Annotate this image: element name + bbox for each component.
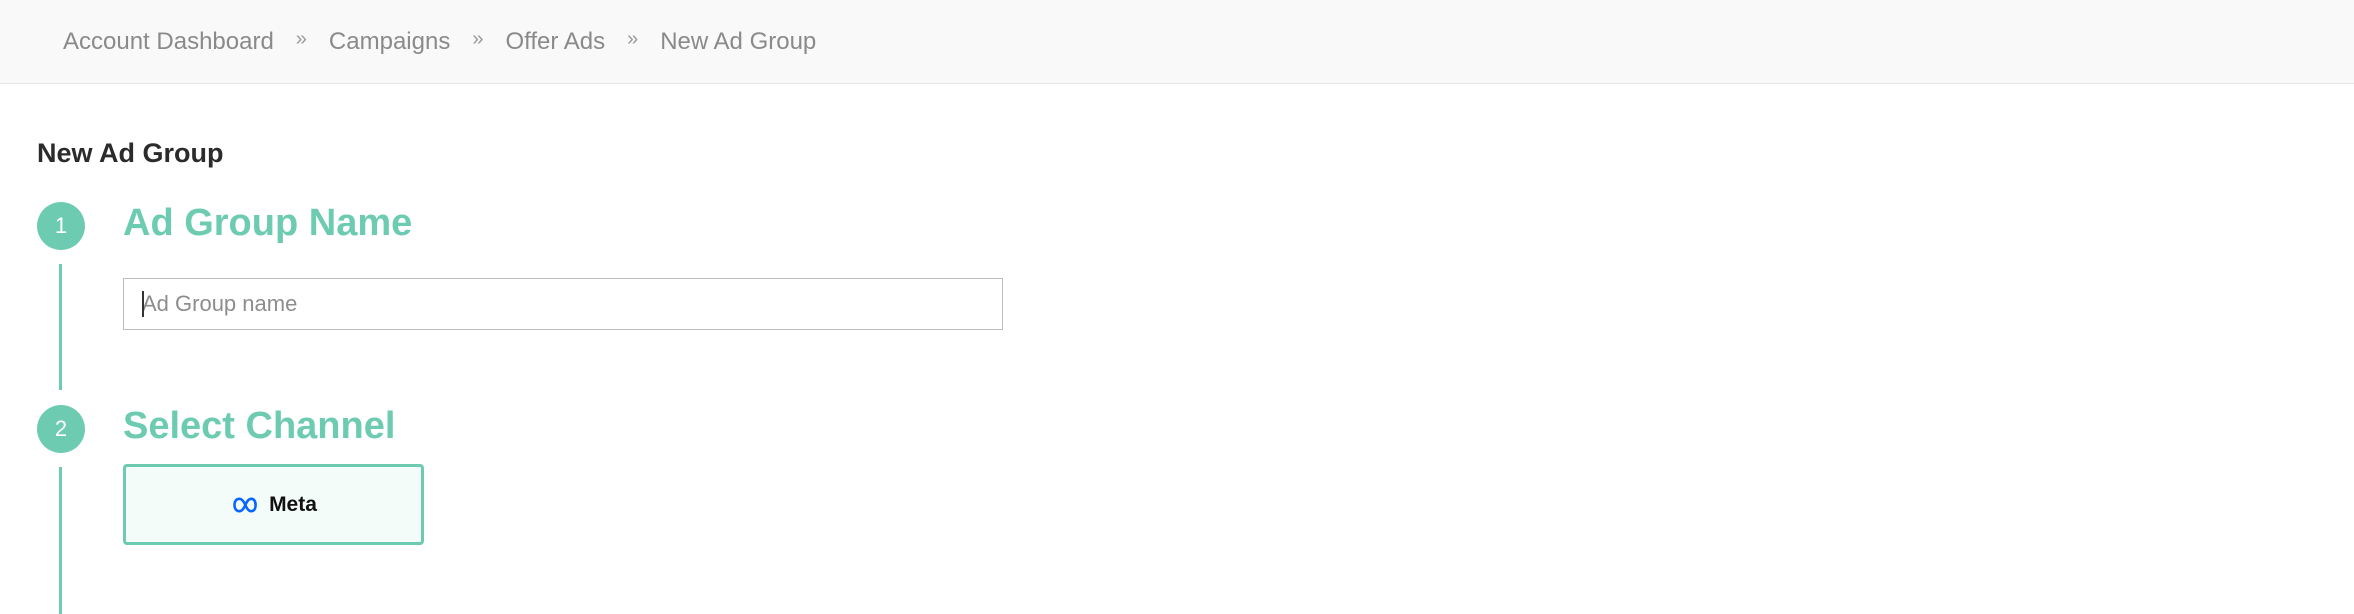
meta-icon (230, 497, 260, 513)
step-1-number: 1 (37, 202, 85, 250)
step-2-title: Select Channel (123, 405, 396, 447)
ad-group-name-input[interactable] (123, 278, 1003, 330)
breadcrumb: Account Dashboard » Campaigns » Offer Ad… (0, 0, 2354, 84)
channel-meta-label: Meta (269, 492, 317, 516)
breadcrumb-account-dashboard[interactable]: Account Dashboard (63, 28, 274, 56)
breadcrumb-offer-ads[interactable]: Offer Ads (505, 28, 605, 56)
step-2-number: 2 (37, 405, 85, 453)
breadcrumb-separator: » (295, 28, 307, 50)
breadcrumb-new-ad-group: New Ad Group (660, 27, 817, 55)
step-2-connector (59, 467, 62, 614)
breadcrumb-campaigns[interactable]: Campaigns (329, 28, 450, 56)
channel-meta-button[interactable]: Meta (123, 464, 424, 545)
breadcrumb-separator: » (472, 28, 484, 50)
text-cursor (142, 291, 144, 317)
breadcrumb-separator: » (627, 28, 639, 50)
step-1-title: Ad Group Name (123, 202, 413, 244)
step-1-connector (59, 264, 62, 390)
page-title: New Ad Group (37, 138, 224, 168)
